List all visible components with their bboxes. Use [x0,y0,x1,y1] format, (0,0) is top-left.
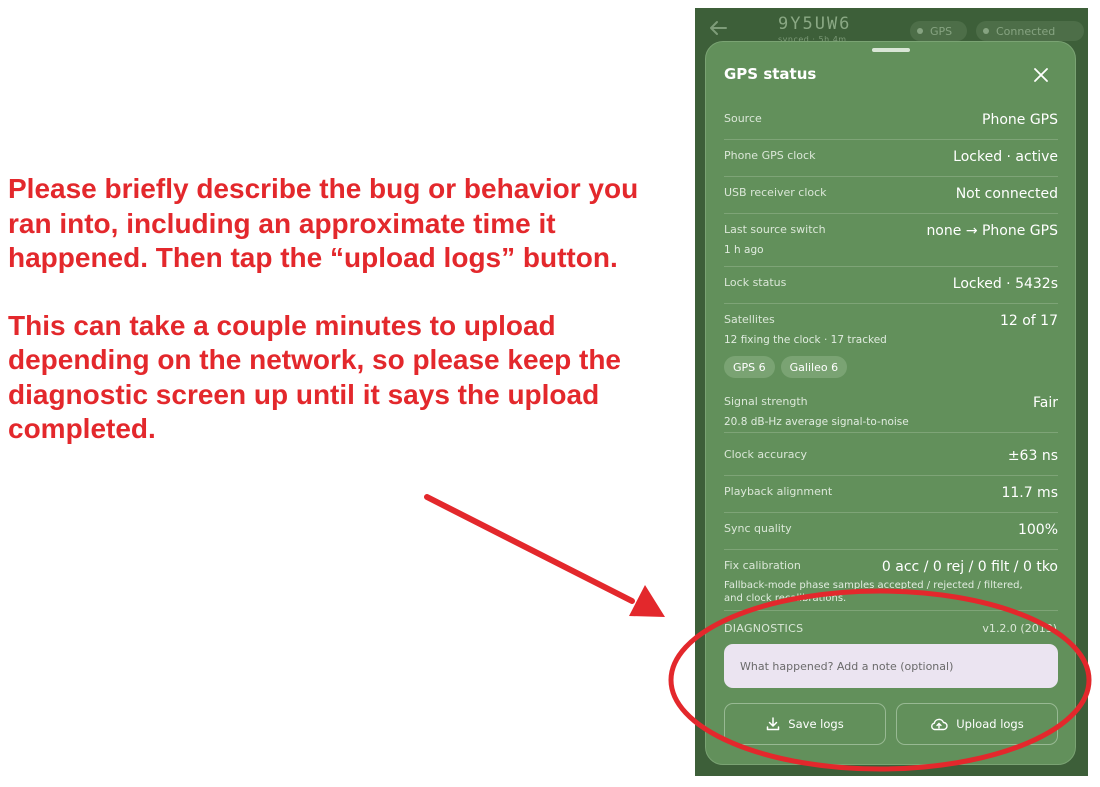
instruction-text: Please briefly describe the bug or behav… [8,172,648,447]
row-value: Locked · active [953,149,1058,165]
row-signal-strength: Signal strength 20.8 dB-Hz average signa… [724,395,1058,433]
row-usb-receiver-clock: USB receiver clock Not connected [724,186,1058,214]
row-lock-status: Lock status Locked · 5432s [724,276,1058,304]
note-input[interactable] [724,644,1058,688]
save-logs-button[interactable]: Save logs [724,703,886,745]
gps-status-pill[interactable]: GPS [910,21,967,41]
row-last-source-switch: Last source switch 1 h ago none → Phone … [724,223,1058,267]
row-value: 12 of 17 [999,313,1058,329]
close-icon[interactable] [1034,68,1048,82]
status-dot-icon [983,28,989,34]
row-label: USB receiver clock [724,186,827,199]
row-label: Signal strength [724,395,808,408]
row-value: Phone GPS [982,112,1058,128]
row-label: Fix calibration [724,559,801,572]
row-value: Not connected [955,186,1058,202]
row-label: Playback alignment [724,485,833,498]
row-value: ±63 ns [1007,448,1058,464]
row-label: Sync quality [724,522,792,535]
download-icon [767,717,780,731]
row-sync-quality: Sync quality 100% [724,522,1058,550]
row-playback-alignment: Playback alignment 11.7 ms [724,485,1058,513]
row-phone-gps-clock: Phone GPS clock Locked · active [724,149,1058,177]
gps-pill-label: GPS [930,24,953,38]
row-label: Source [724,112,762,125]
row-sublabel: 12 fixing the clock · 17 tracked [724,334,887,346]
row-source: Source Phone GPS [724,112,1058,140]
row-label: Clock accuracy [724,448,808,461]
save-logs-label: Save logs [788,717,844,731]
connection-pill-label: Connected [996,24,1056,38]
cloud-upload-icon [931,718,948,731]
row-label: Satellites [724,313,775,326]
row-value: Locked · 5432s [952,276,1058,292]
app-version: v1.2.0 (2013) [982,622,1057,635]
row-satellites: Satellites 12 fixing the clock · 17 trac… [724,313,1058,350]
diagnostics-label: DIAGNOSTICS [724,622,804,635]
row-value: 0 acc / 0 rej / 0 filt / 0 tko [881,559,1058,575]
instruction-paragraph-2: This can take a couple minutes to upload… [8,309,622,445]
row-value: 11.7 ms [1001,485,1058,501]
connection-status-pill[interactable]: Connected [976,21,1084,41]
row-value: Fair [1033,395,1058,411]
annotation-arrow [424,494,665,617]
chip-galileo: Galileo 6 [780,356,848,378]
row-fix-calibration: Fix calibration Fallback-mode phase samp… [724,559,1058,611]
row-value: 100% [1017,522,1058,538]
phone-screen: 9Y5UW6 synced · 5h 4m GPS Connected GPS … [695,8,1088,776]
instruction-paragraph-1: Please briefly describe the bug or behav… [8,173,639,273]
row-label: Phone GPS clock [724,149,816,162]
constellation-chips: GPS 6 Galileo 6 [724,356,848,378]
row-sublabel: Fallback-mode phase samples accepted / r… [724,580,1023,604]
sheet-title: GPS status [724,65,817,83]
upload-logs-label: Upload logs [956,717,1024,731]
sheet-drag-handle[interactable] [872,48,910,52]
chip-gps: GPS 6 [724,356,775,378]
row-sublabel: 20.8 dB-Hz average signal-to-noise [724,416,909,428]
row-sublabel: 1 h ago [724,244,764,256]
row-value: none → Phone GPS [926,223,1058,239]
back-arrow-icon[interactable] [708,20,728,36]
row-label: Last source switch [724,223,826,236]
device-id: 9Y5UW6 [778,14,852,34]
upload-logs-button[interactable]: Upload logs [896,703,1058,745]
row-clock-accuracy: Clock accuracy ±63 ns [724,448,1058,476]
status-dot-icon [917,28,923,34]
row-label: Lock status [724,276,787,289]
gps-status-sheet: GPS status Source Phone GPS Phone GPS cl… [705,41,1076,765]
